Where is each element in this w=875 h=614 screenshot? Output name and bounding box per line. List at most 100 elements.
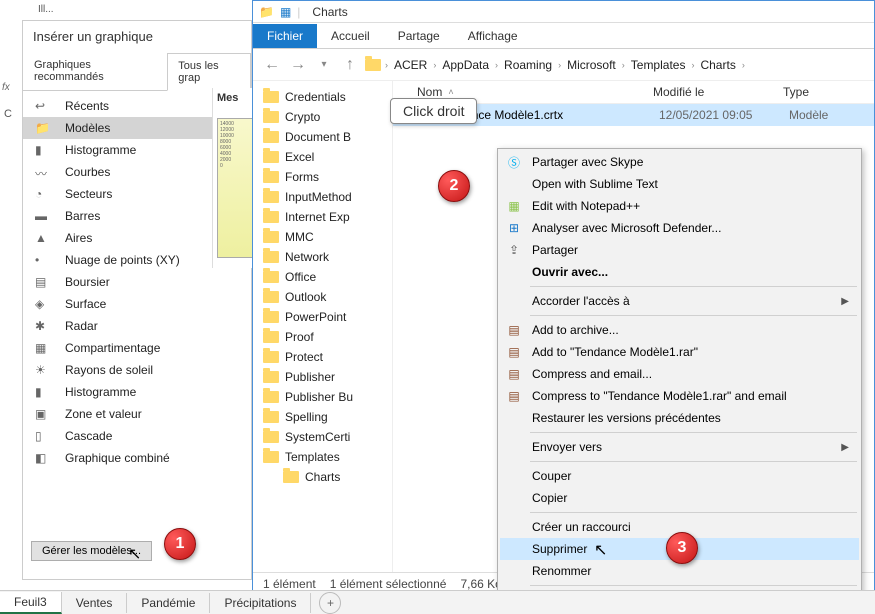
share-icon: ⇪: [506, 242, 522, 258]
folder-icon: [263, 91, 279, 103]
col-modified-label[interactable]: Modifié le: [653, 85, 783, 99]
tab-home[interactable]: Accueil: [317, 24, 384, 48]
chart-type-zone-et-valeur[interactable]: ▣Zone et valeur: [23, 403, 251, 425]
tree-folder[interactable]: Templates: [263, 447, 392, 467]
breadcrumb-item[interactable]: Charts: [698, 56, 737, 74]
chart-type-radar[interactable]: ✱Radar: [23, 315, 251, 337]
menu-item[interactable]: Envoyer vers▶: [500, 436, 859, 458]
tree-folder[interactable]: Proof: [263, 327, 392, 347]
tree-folder[interactable]: Internet Exp: [263, 207, 392, 227]
menu-item[interactable]: Restaurer les versions précédentes: [500, 407, 859, 429]
folder-icon: [263, 211, 279, 223]
tree-folder[interactable]: Crypto: [263, 107, 392, 127]
tab-view[interactable]: Affichage: [454, 24, 532, 48]
tree-folder[interactable]: Publisher Bu: [263, 387, 392, 407]
submenu-arrow-icon: ▶: [841, 296, 849, 307]
tree-folder[interactable]: Excel: [263, 147, 392, 167]
step-badge-3: 3: [666, 532, 698, 564]
tree-folder[interactable]: Forms: [263, 167, 392, 187]
menu-item[interactable]: ▦Edit with Notepad++: [500, 195, 859, 217]
breadcrumb-item[interactable]: Templates: [629, 56, 688, 74]
menu-item[interactable]: ▤Compress to "Tendance Modèle1.rar" and …: [500, 385, 859, 407]
tab-recommended-charts[interactable]: Graphiques recommandés: [23, 52, 167, 90]
menu-item[interactable]: ⓈPartager avec Skype: [500, 151, 859, 173]
menu-item[interactable]: Ouvrir avec...: [500, 261, 859, 283]
chart-type-surface[interactable]: ◈Surface: [23, 293, 251, 315]
sheet-tab[interactable]: Précipitations: [210, 593, 311, 613]
menu-item[interactable]: Couper: [500, 465, 859, 487]
menu-item[interactable]: ▤Add to "Tendance Modèle1.rar": [500, 341, 859, 363]
menu-item[interactable]: ⊞Analyser avec Microsoft Defender...: [500, 217, 859, 239]
tab-share[interactable]: Partage: [384, 24, 454, 48]
tree-folder[interactable]: PowerPoint: [263, 307, 392, 327]
tab-file[interactable]: Fichier: [253, 24, 317, 48]
menu-item[interactable]: ⇪ Partager: [500, 239, 859, 261]
rar-icon: ▤: [506, 366, 522, 382]
chart-type-histogramme[interactable]: ▮Histogramme: [23, 381, 251, 403]
menu-item[interactable]: ▤Add to archive...: [500, 319, 859, 341]
folder-icon: [365, 59, 381, 71]
chevron-right-icon: ›: [433, 60, 436, 70]
breadcrumb-item[interactable]: ACER: [392, 56, 429, 74]
chart-type-rayons-de-soleil[interactable]: ☀Rayons de soleil: [23, 359, 251, 381]
manage-templates-button[interactable]: Gérer les modèles...: [31, 541, 152, 561]
ribbon-group-label: Ill...: [38, 4, 54, 15]
tree-folder[interactable]: Outlook: [263, 287, 392, 307]
tree-folder[interactable]: Document B: [263, 127, 392, 147]
chart-type-icon: ▮: [35, 385, 55, 399]
tree-folder[interactable]: Publisher: [263, 367, 392, 387]
qat-props-icon[interactable]: ▦: [280, 5, 291, 19]
chart-type-label: Histogramme: [65, 143, 136, 157]
dialog-title: Insérer un graphique: [23, 21, 251, 52]
tree-folder[interactable]: Credentials: [263, 87, 392, 107]
chart-type-cascade[interactable]: ▯Cascade: [23, 425, 251, 447]
nav-forward-icon[interactable]: →: [287, 56, 309, 74]
menu-item[interactable]: Copier: [500, 487, 859, 509]
sheet-tab[interactable]: Pandémie: [127, 593, 210, 613]
nav-back-icon[interactable]: ←: [261, 56, 283, 74]
sheet-tab[interactable]: Ventes: [62, 593, 128, 613]
nav-up-icon[interactable]: ↑: [339, 56, 361, 74]
chart-type-graphique-combin-[interactable]: ◧Graphique combiné: [23, 447, 251, 469]
col-name-label[interactable]: Nom: [417, 85, 442, 99]
folder-label: Document B: [285, 130, 351, 144]
callout-right-click: Click droit: [390, 98, 477, 124]
breadcrumb-item[interactable]: Microsoft: [565, 56, 618, 74]
chart-type-compartimentage[interactable]: ▦Compartimentage: [23, 337, 251, 359]
tab-all-charts[interactable]: Tous les grap: [167, 53, 251, 91]
menu-item[interactable]: ▤Compress and email...: [500, 363, 859, 385]
chart-type-label: Boursier: [65, 275, 110, 289]
menu-item-label: Add to archive...: [532, 323, 619, 337]
tree-folder[interactable]: Spelling: [263, 407, 392, 427]
breadcrumb-item[interactable]: AppData: [440, 56, 491, 74]
tree-folder[interactable]: Office: [263, 267, 392, 287]
menu-item[interactable]: Accorder l'accès à▶: [500, 290, 859, 312]
tree-folder[interactable]: InputMethod: [263, 187, 392, 207]
tree-folder[interactable]: SystemCerti: [263, 427, 392, 447]
add-sheet-button[interactable]: +: [319, 592, 341, 614]
menu-item[interactable]: Open with Sublime Text: [500, 173, 859, 195]
menu-item-label: Créer un raccourci: [532, 520, 631, 534]
sheet-tab[interactable]: Feuil3: [0, 592, 62, 614]
breadcrumb[interactable]: › ACER›AppData›Roaming›Microsoft›Templat…: [365, 56, 745, 74]
tree-folder[interactable]: Network: [263, 247, 392, 267]
chart-type-boursier[interactable]: ▤Boursier: [23, 271, 251, 293]
folder-label: Network: [285, 250, 329, 264]
menu-item-label: Restaurer les versions précédentes: [532, 411, 721, 425]
tree-folder[interactable]: MMC: [263, 227, 392, 247]
folder-icon: [263, 111, 279, 123]
folder-tree[interactable]: Credentials Crypto Document B ExcelFormsInp…: [253, 81, 393, 572]
qat-sep: |: [297, 5, 300, 19]
folder-label: Credentials: [285, 90, 346, 104]
tree-folder[interactable]: Protect: [263, 347, 392, 367]
nav-dropdown-icon[interactable]: ▾: [313, 59, 335, 70]
breadcrumb-item[interactable]: Roaming: [502, 56, 554, 74]
tree-folder[interactable]: Charts: [263, 467, 392, 487]
menu-item-label: Couper: [532, 469, 571, 483]
menu-item-label: Partager: [532, 243, 578, 257]
col-type-label[interactable]: Type: [783, 85, 874, 99]
folder-label: Charts: [305, 470, 340, 484]
folder-label: Spelling: [285, 410, 328, 424]
quick-access-toolbar: 📁 ▦ | Charts: [253, 1, 874, 23]
sort-icon[interactable]: ˄: [448, 87, 453, 97]
